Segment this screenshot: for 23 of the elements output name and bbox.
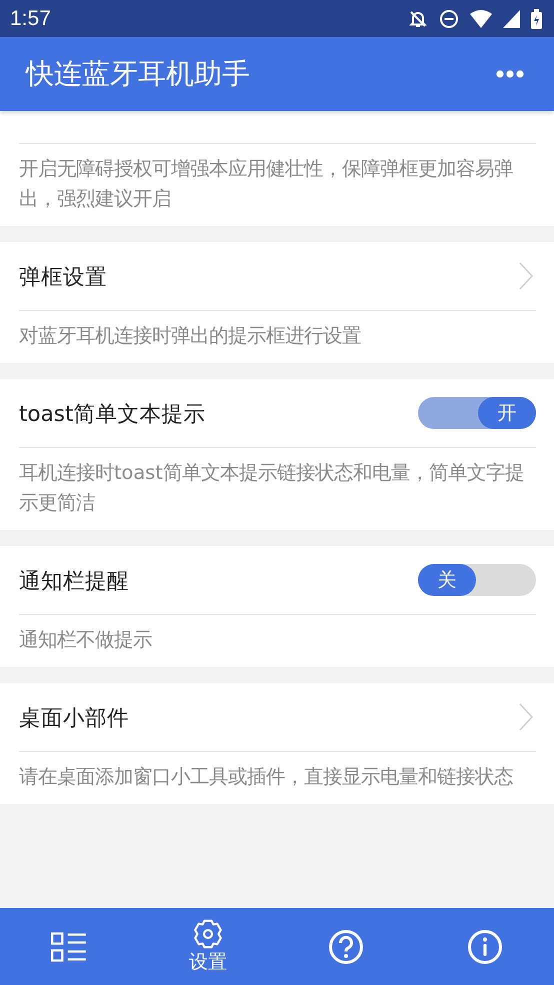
setting-description: 请在桌面添加窗口小工具或插件，直接显示电量和链接状态 xyxy=(19,764,514,790)
signal-icon xyxy=(503,10,520,28)
info-icon xyxy=(466,928,503,964)
setting-description: 开启无障碍授权可增强本应用健壮性，保障弹框更加容易弹出，强烈建议开启 xyxy=(19,156,514,212)
setting-description: 通知栏不做提示 xyxy=(19,627,153,653)
status-time: 1:57 xyxy=(10,6,51,30)
setting-description: 耳机连接时toast简单文本提示链接状态和电量，简单文字提示更简洁 xyxy=(19,460,525,516)
toggle-switch[interactable]: 开 xyxy=(418,397,536,429)
settings-icon xyxy=(192,918,224,948)
setting-title: 通知栏提醒 xyxy=(19,568,129,594)
nav-tab[interactable]: 设置 xyxy=(138,908,277,985)
toggle-switch[interactable]: 关 xyxy=(418,564,536,596)
app-title: 快连蓝牙耳机助手 xyxy=(26,56,250,92)
setting-description: 对蓝牙耳机连接时弹出的提示框进行设置 xyxy=(19,323,362,349)
bell-off-icon xyxy=(408,8,428,28)
wifi-icon xyxy=(470,10,492,28)
battery-icon xyxy=(531,8,542,28)
help-icon xyxy=(328,928,364,964)
more-icon[interactable] xyxy=(496,70,524,78)
setting-title: 弹框设置 xyxy=(19,264,107,290)
do-not-disturb-icon xyxy=(439,8,459,28)
setting-title: toast简单文本提示 xyxy=(19,400,206,428)
setting-title: 桌面小部件 xyxy=(19,704,129,732)
